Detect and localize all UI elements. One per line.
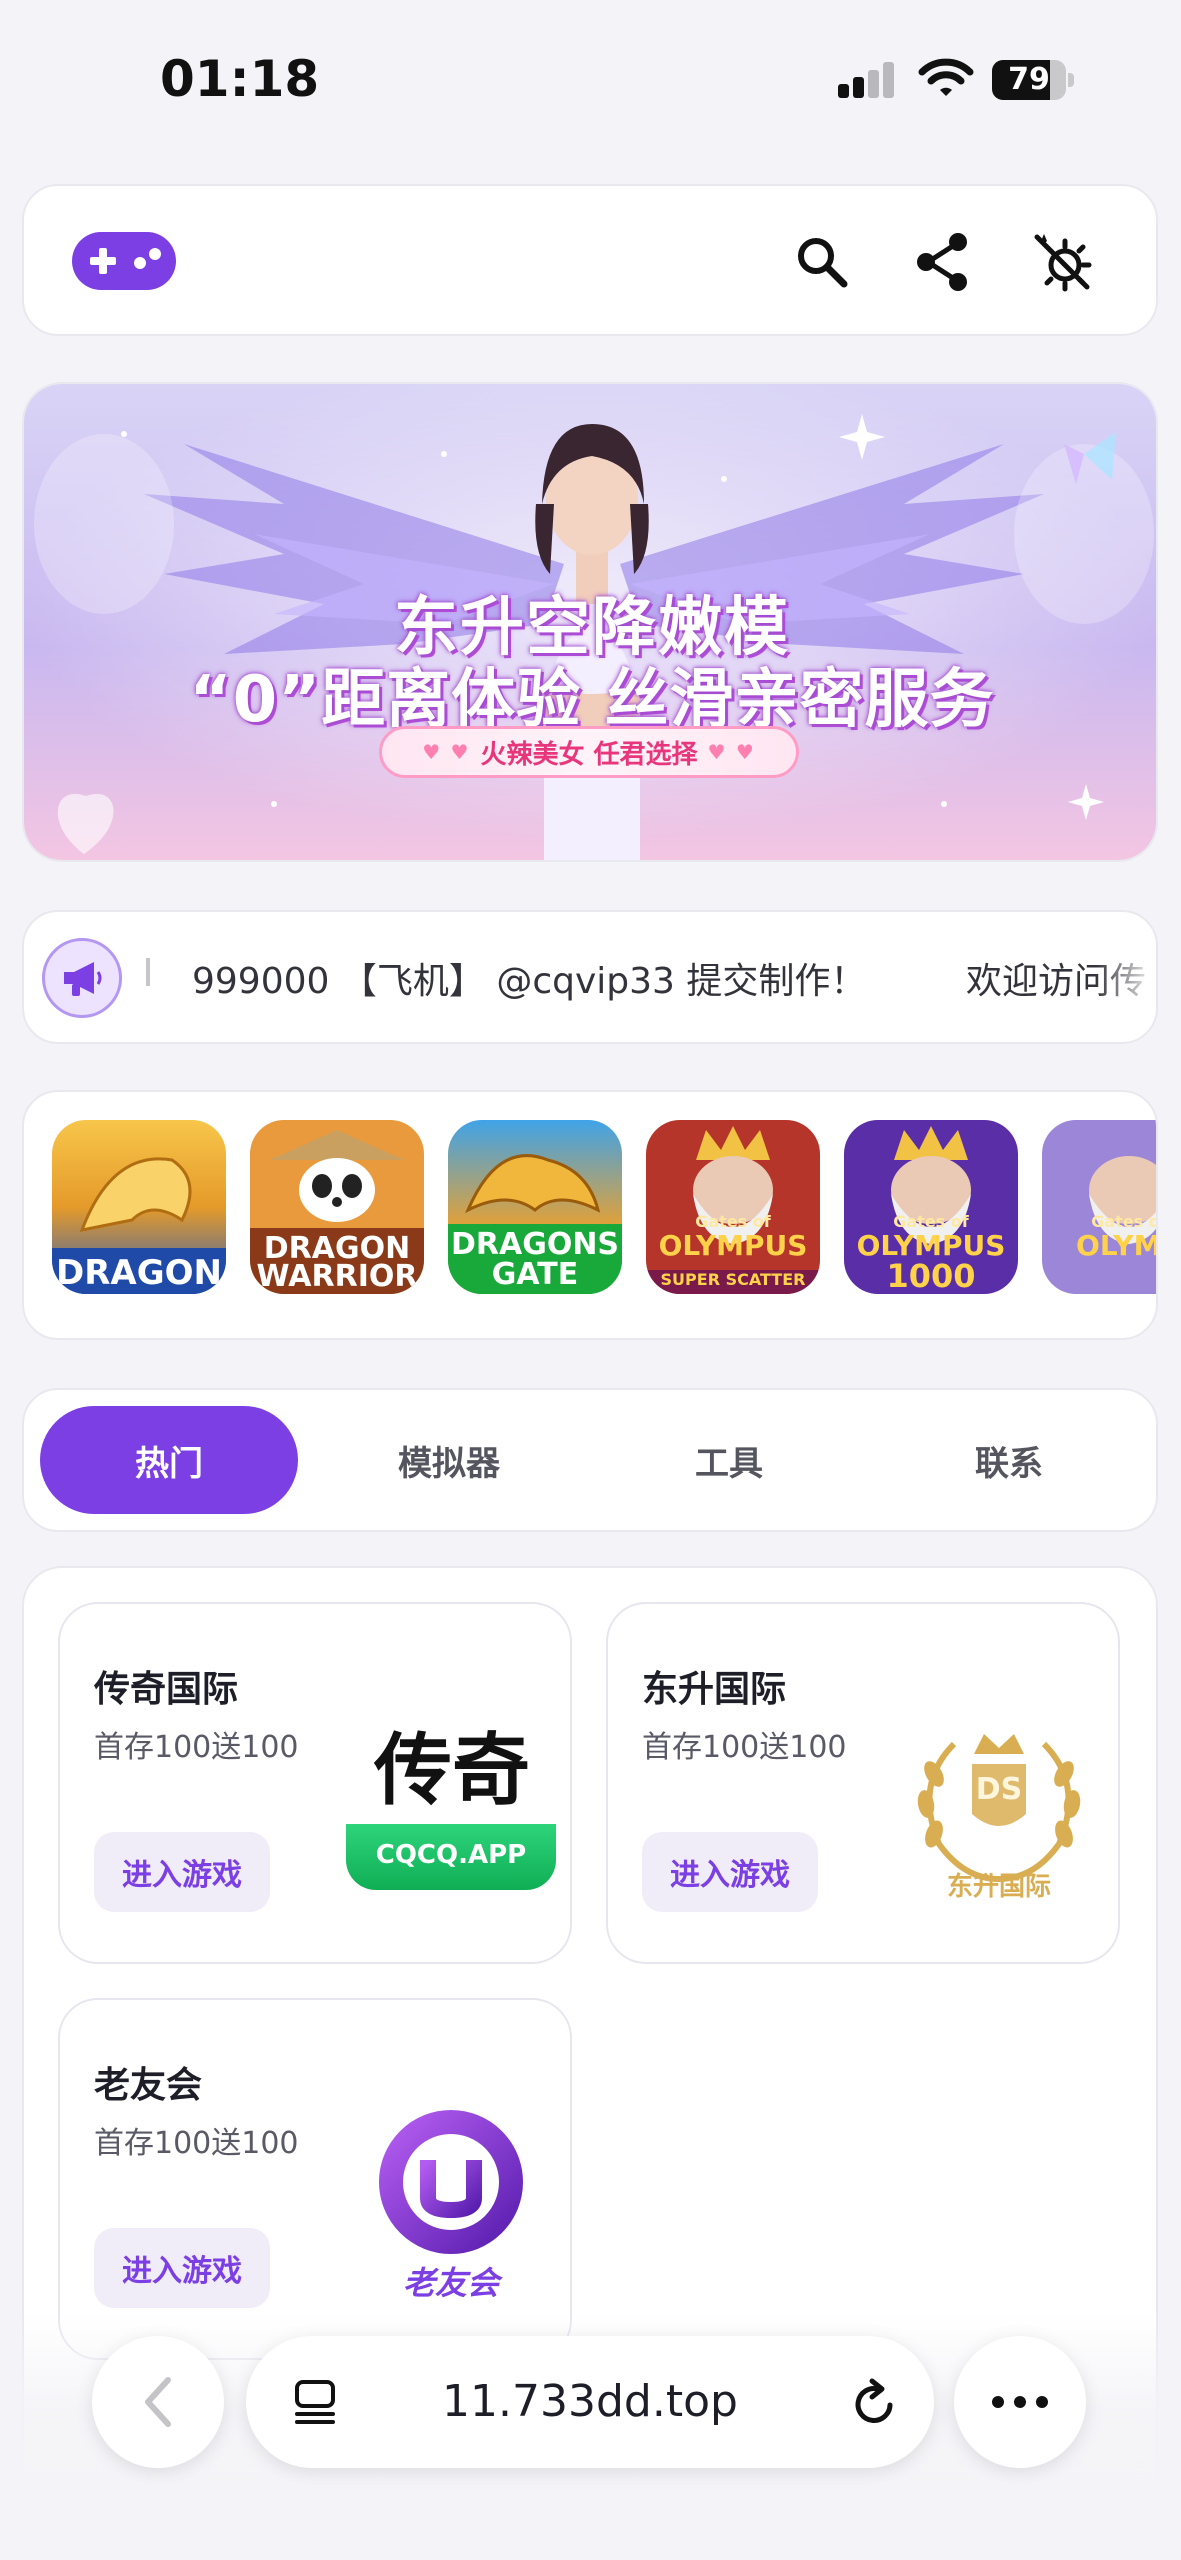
game-icon-gates-of-olympus[interactable]: Gates of OLYMP [1042, 1120, 1156, 1294]
game-card[interactable]: 东升国际 首存100送100 进入游戏 DS 东升国际 [606, 1602, 1120, 1964]
tab-tools[interactable]: 工具 [600, 1406, 858, 1514]
logo-sub: CQCQ.APP [375, 1840, 527, 1870]
game-icon-label: DRAGONS [450, 1227, 620, 1262]
enter-game-button[interactable]: 进入游戏 [94, 1832, 270, 1912]
game-icon-dragons-gate[interactable]: DRAGONS GATE [448, 1120, 622, 1294]
game-icon-label: OLYMPUS [658, 1229, 808, 1262]
cellular-signal-icon [838, 62, 896, 98]
game-icon-label: OLYMPUS [856, 1229, 1006, 1262]
banner-pill-text: 火辣美女 任君选择 [480, 739, 698, 770]
chevron-left-icon [145, 2377, 171, 2427]
game-logo-dongsheng: DS 东升国际 [894, 1714, 1104, 1904]
theme-toggle-icon[interactable] [1026, 226, 1098, 298]
tab-hot[interactable]: 热门 [40, 1406, 298, 1514]
game-icon-label: 1000 [886, 1257, 976, 1294]
game-icon-label: SUPER SCATTER [660, 1270, 806, 1289]
category-tabs: 热门 模拟器 工具 联系 [22, 1388, 1158, 1532]
game-icon-label: Gates of [1091, 1212, 1156, 1231]
address-bar[interactable]: 11.733dd.top [246, 2336, 934, 2468]
logo-text: 老友会 [402, 2264, 499, 2302]
game-icon-label: Gates of [695, 1212, 771, 1231]
banner-pill: ♥ ♥ 火辣美女 任君选择 ♥ ♥ [379, 726, 799, 778]
game-promo: 首存100送100 [94, 2126, 299, 2161]
top-toolbar [22, 184, 1158, 336]
url-text: 11.733dd.top [442, 2376, 738, 2427]
game-icon-label: WARRIOR [256, 1259, 418, 1294]
game-icon-strip: DRAGON DRAGON WARRIOR DRAGONS GATE Gates… [22, 1090, 1158, 1340]
game-logo-chuanqi: 传奇 CQCQ.APP [346, 1714, 556, 1904]
promo-banner[interactable]: 东升空降嫩模 “0”距离体验 丝滑亲密服务 ♥ ♥ 火辣美女 任君选择 ♥ ♥ [22, 382, 1158, 862]
game-icon-label: GATE [491, 1257, 579, 1292]
heart-icon: ♥ ♥ [422, 740, 471, 764]
game-icon-label: DRAGON [56, 1253, 222, 1293]
heart-icon: ♥ ♥ [707, 740, 756, 764]
game-icon-dragon[interactable]: DRAGON [52, 1120, 226, 1294]
enter-game-button[interactable]: 进入游戏 [94, 2228, 270, 2308]
megaphone-icon [42, 938, 122, 1018]
status-time: 01:18 [160, 50, 320, 108]
marquee-bracket [146, 958, 150, 986]
game-promo: 首存100送100 [94, 1730, 299, 1765]
gamepad-icon[interactable] [72, 232, 176, 290]
logo-text: 传奇 [373, 1726, 530, 1816]
game-icon-dragon-warrior[interactable]: DRAGON WARRIOR [250, 1120, 424, 1294]
logo-sub: 东升国际 [946, 1872, 1051, 1902]
share-icon[interactable] [906, 226, 978, 298]
game-name: 东升国际 [642, 1669, 787, 1710]
reload-icon[interactable] [844, 2372, 904, 2432]
tab-emulator[interactable]: 模拟器 [320, 1406, 578, 1514]
game-card[interactable]: 传奇国际 首存100送100 进入游戏 传奇 CQCQ.APP [58, 1602, 572, 1964]
tab-contact[interactable]: 联系 [880, 1406, 1138, 1514]
enter-game-button[interactable]: 进入游戏 [642, 1832, 818, 1912]
more-icon [992, 2396, 1048, 2408]
game-icon-label: OLYMP [1076, 1229, 1156, 1262]
battery-percent: 79 [1008, 62, 1050, 97]
game-icon-gates-of-olympus-1000[interactable]: Gates of OLYMPUS 1000 [844, 1120, 1018, 1294]
wifi-icon [918, 58, 974, 98]
announcement-bar[interactable]: 999000 【飞机】 @cqvip33 提交制作！ 欢迎访问传 [22, 910, 1158, 1044]
battery-indicator: 79 [992, 60, 1074, 100]
back-button[interactable] [92, 2336, 224, 2468]
more-options-button[interactable] [954, 2336, 1086, 2468]
game-logo-laoyouhui: 老友会 [346, 2110, 556, 2302]
status-bar: 01:18 79 [0, 0, 1181, 150]
game-icon-label: Gates of [893, 1212, 969, 1231]
game-promo: 首存100送100 [642, 1730, 847, 1765]
game-icon-gates-of-olympus-super-scatter[interactable]: Gates of OLYMPUS SUPER SCATTER [646, 1120, 820, 1294]
logo-text: DS [975, 1772, 1023, 1807]
announcement-text: 999000 【飞机】 @cqvip33 提交制作！ [192, 961, 867, 1002]
game-name: 老友会 [94, 2065, 203, 2106]
game-card[interactable]: 老友会 首存100送100 进入游戏 老友会 [58, 1998, 572, 2360]
game-name: 传奇国际 [94, 1669, 239, 1710]
search-icon[interactable] [786, 226, 858, 298]
